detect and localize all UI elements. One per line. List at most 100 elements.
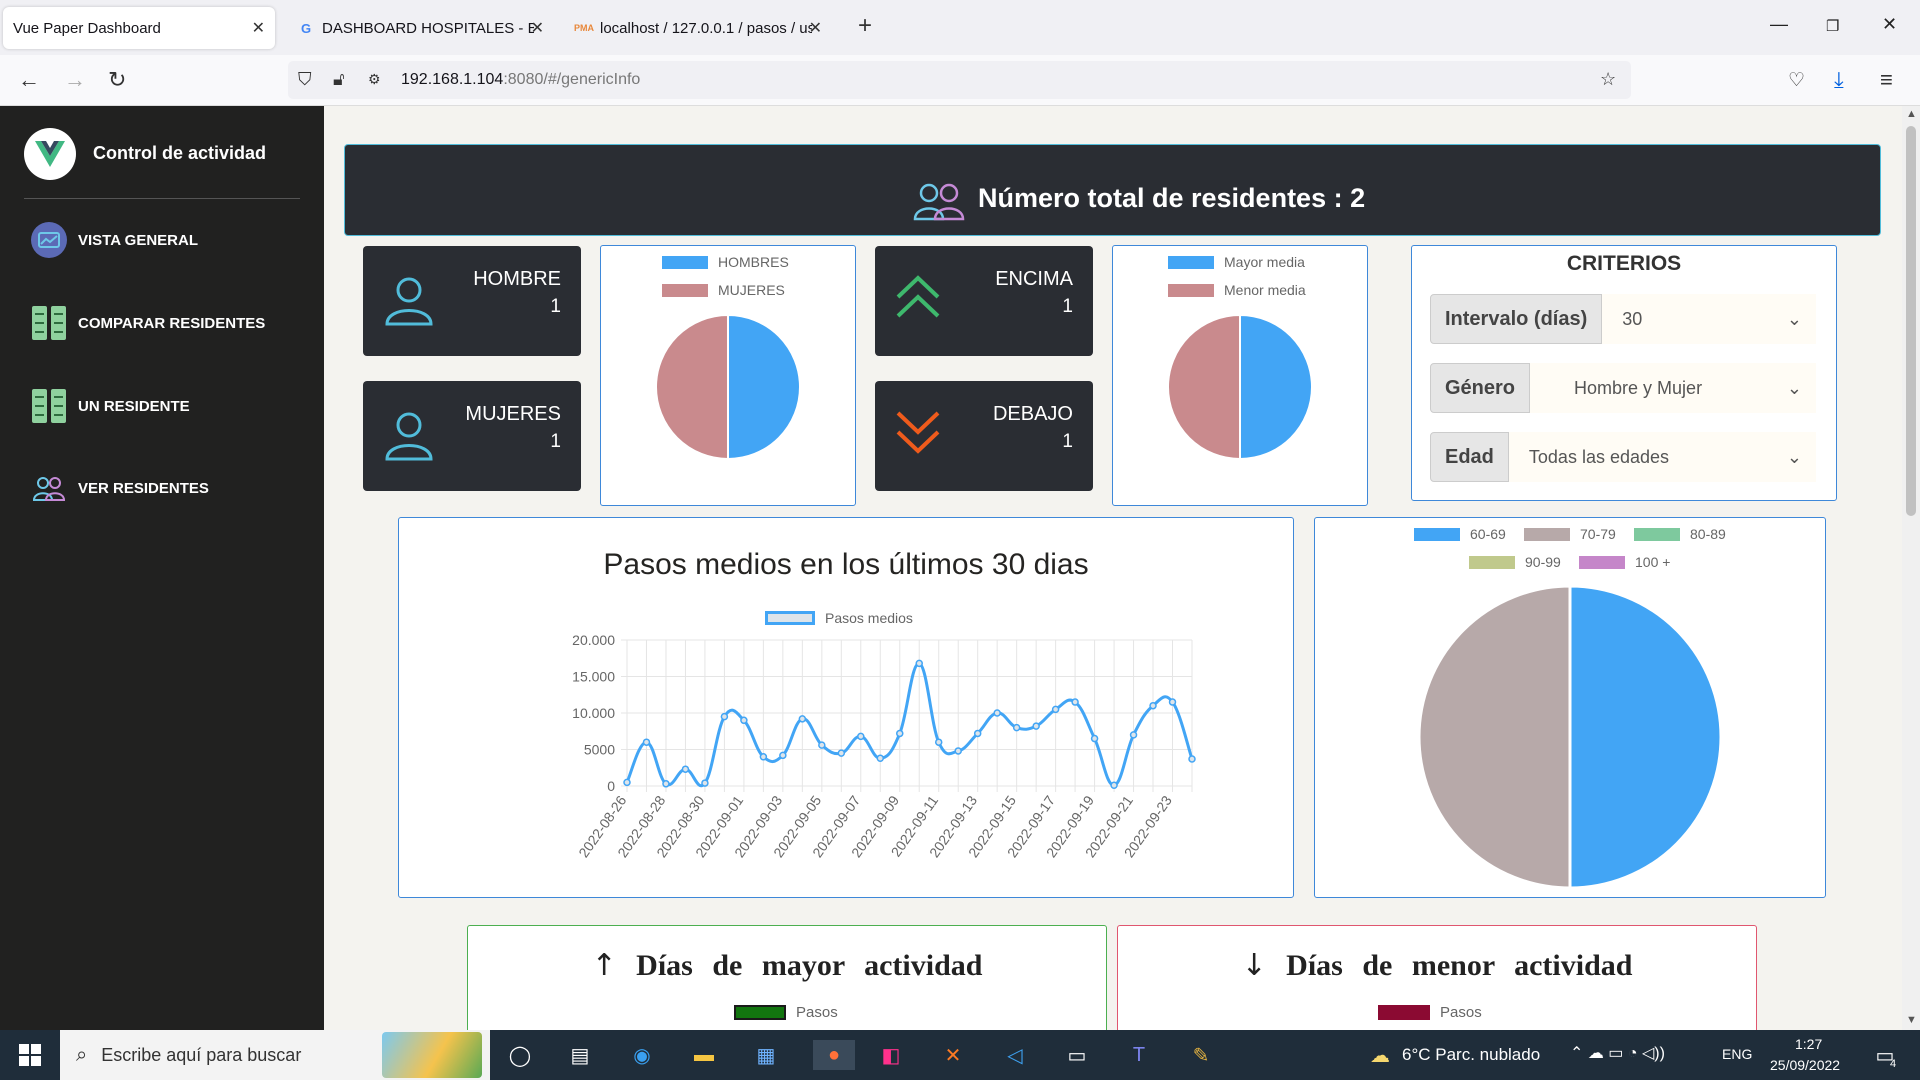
insecure-lock-icon[interactable]: 🔓︎: [333, 69, 345, 90]
legend-item-menor-media[interactable]: Menor media: [1168, 282, 1306, 298]
tab-close-icon[interactable]: ✕: [809, 18, 822, 38]
pie-slice-mujeres[interactable]: [655, 314, 729, 460]
legend-item-mujeres[interactable]: MUJERES: [662, 282, 785, 298]
restore-icon[interactable]: ❐: [1826, 17, 1839, 35]
intellij-icon[interactable]: ◧: [876, 1040, 906, 1070]
legend-item-pasos[interactable]: Pasos: [734, 1004, 838, 1021]
genero-select[interactable]: Hombre y Mujer ⌄: [1530, 363, 1816, 413]
close-window-icon[interactable]: ✕: [1882, 14, 1897, 35]
data-point[interactable]: [1188, 755, 1196, 763]
data-point[interactable]: [759, 753, 768, 761]
tab-vue-paper-dashboard[interactable]: Vue Paper Dashboard ✕: [3, 7, 275, 49]
file-explorer-icon[interactable]: ▬: [689, 1040, 719, 1070]
forward-icon[interactable]: →: [64, 67, 86, 93]
xampp-icon[interactable]: ✕: [938, 1040, 968, 1070]
tab-close-icon[interactable]: ✕: [252, 18, 265, 38]
legend-item-90-99[interactable]: 90-99: [1469, 554, 1561, 570]
system-tray-icons[interactable]: ⌃ ☁ ▭ ◔ ◁)): [1570, 1043, 1665, 1063]
windows-start-icon[interactable]: [15, 1040, 45, 1070]
tab-close-icon[interactable]: ✕: [531, 18, 544, 38]
data-point[interactable]: [1149, 701, 1157, 710]
legend-item-70-79[interactable]: 70-79: [1524, 526, 1616, 542]
reload-icon[interactable]: ↻: [108, 67, 126, 93]
pie-slice-60-69[interactable]: [1568, 584, 1723, 890]
data-point[interactable]: [740, 716, 748, 725]
data-point[interactable]: [818, 741, 826, 749]
data-point[interactable]: [1129, 731, 1138, 739]
edge-icon[interactable]: ◉: [627, 1040, 657, 1070]
paint-icon[interactable]: ✎: [1186, 1040, 1216, 1070]
weather-icon[interactable]: ☁: [1365, 1040, 1395, 1070]
data-point[interactable]: [934, 738, 943, 746]
legend-item-mayor-media[interactable]: Mayor media: [1168, 254, 1305, 270]
intervalo-select[interactable]: 30 ⌄: [1602, 294, 1816, 344]
data-point[interactable]: [623, 778, 631, 787]
data-point[interactable]: [876, 754, 885, 763]
data-point[interactable]: [701, 779, 709, 787]
language-indicator[interactable]: ENG: [1722, 1046, 1752, 1062]
new-tab-icon[interactable]: +: [858, 12, 872, 40]
legend-item-pasos[interactable]: Pasos: [1378, 1004, 1482, 1021]
teams-icon[interactable]: T: [1124, 1040, 1154, 1070]
legend-item-60-69[interactable]: 60-69: [1414, 526, 1506, 542]
data-point[interactable]: [1090, 734, 1099, 743]
sidebar-item-comparar-residentes[interactable]: COMPARAR RESIDENTES: [30, 303, 310, 343]
data-point[interactable]: [642, 738, 651, 746]
data-point[interactable]: [954, 747, 962, 755]
vscode-icon[interactable]: ◁: [1000, 1040, 1030, 1070]
data-point[interactable]: [662, 780, 670, 788]
data-point[interactable]: [837, 749, 846, 757]
data-point[interactable]: [779, 751, 787, 760]
data-point[interactable]: [1012, 723, 1021, 732]
data-point[interactable]: [993, 709, 1001, 717]
data-point[interactable]: [1110, 781, 1118, 790]
widgets-icon[interactable]: ▤: [565, 1040, 595, 1070]
data-point[interactable]: [1168, 698, 1177, 706]
data-point[interactable]: [973, 729, 982, 738]
menu-icon[interactable]: ≡: [1880, 67, 1893, 93]
url-bar[interactable]: ⛉ 🔓︎ ⚙︎ 192.168.1.104:8080/#/genericInfo…: [288, 61, 1631, 99]
terminal-icon[interactable]: ▭: [1062, 1040, 1092, 1070]
legend-item-100-plus[interactable]: 100 +: [1579, 554, 1670, 570]
back-icon[interactable]: ←: [18, 67, 40, 93]
data-point[interactable]: [857, 732, 865, 741]
minimize-icon[interactable]: —: [1770, 14, 1788, 35]
data-point[interactable]: [1071, 698, 1079, 706]
scrollbar[interactable]: ▲ ▼: [1902, 106, 1920, 1030]
task-view-icon[interactable]: ◯: [505, 1040, 535, 1070]
clock-date[interactable]: 25/09/2022: [1770, 1057, 1840, 1073]
data-point[interactable]: [1032, 722, 1040, 730]
sidebar-item-un-residente[interactable]: UN RESIDENTE: [30, 386, 310, 426]
clock-time[interactable]: 1:27: [1795, 1036, 1822, 1052]
weather-text[interactable]: 6°C Parc. nublado: [1402, 1045, 1540, 1065]
data-point[interactable]: [1051, 705, 1060, 714]
legend-item-hombres[interactable]: HOMBRES: [662, 254, 789, 270]
data-point[interactable]: [681, 765, 690, 773]
data-point[interactable]: [798, 715, 807, 723]
taskbar-search[interactable]: ⌕ Escribe aquí para buscar: [60, 1030, 490, 1080]
data-point[interactable]: [896, 729, 904, 738]
pie-slice-mayor-media[interactable]: [1239, 314, 1313, 460]
legend-item-80-89[interactable]: 80-89: [1634, 526, 1726, 542]
vue-logo-icon[interactable]: [24, 128, 76, 180]
permissions-icon[interactable]: ⚙︎: [368, 71, 381, 88]
brand-title[interactable]: Control de actividad: [93, 143, 266, 164]
pie-slice-hombres[interactable]: [727, 314, 801, 460]
pocket-icon[interactable]: ♡: [1788, 69, 1805, 92]
pie-slice-menor-media[interactable]: [1167, 314, 1241, 460]
download-icon[interactable]: ⤓: [1834, 67, 1844, 93]
pie-slice-70-79[interactable]: [1417, 584, 1572, 890]
bookmark-star-icon[interactable]: ☆: [1600, 69, 1616, 90]
scrollbar-thumb[interactable]: [1906, 126, 1916, 516]
shield-icon[interactable]: ⛉: [298, 69, 312, 90]
edad-select[interactable]: Todas las edades ⌄: [1508, 432, 1816, 482]
data-point[interactable]: [915, 659, 923, 668]
firefox-icon[interactable]: ●: [813, 1040, 855, 1070]
tab-phpmyadmin[interactable]: PMA localhost / 127.0.0.1 / pasos / us ✕: [566, 7, 832, 49]
tab-dashboard-hospitales[interactable]: G DASHBOARD HOSPITALES - Bú ✕: [288, 7, 554, 49]
sidebar-item-vista-general[interactable]: VISTA GENERAL: [30, 220, 310, 260]
data-point[interactable]: [720, 712, 729, 721]
scroll-up-icon[interactable]: ▲: [1906, 108, 1917, 120]
store-icon[interactable]: ▦: [751, 1040, 781, 1070]
sidebar-item-ver-residentes[interactable]: VER RESIDENTES: [30, 468, 310, 508]
